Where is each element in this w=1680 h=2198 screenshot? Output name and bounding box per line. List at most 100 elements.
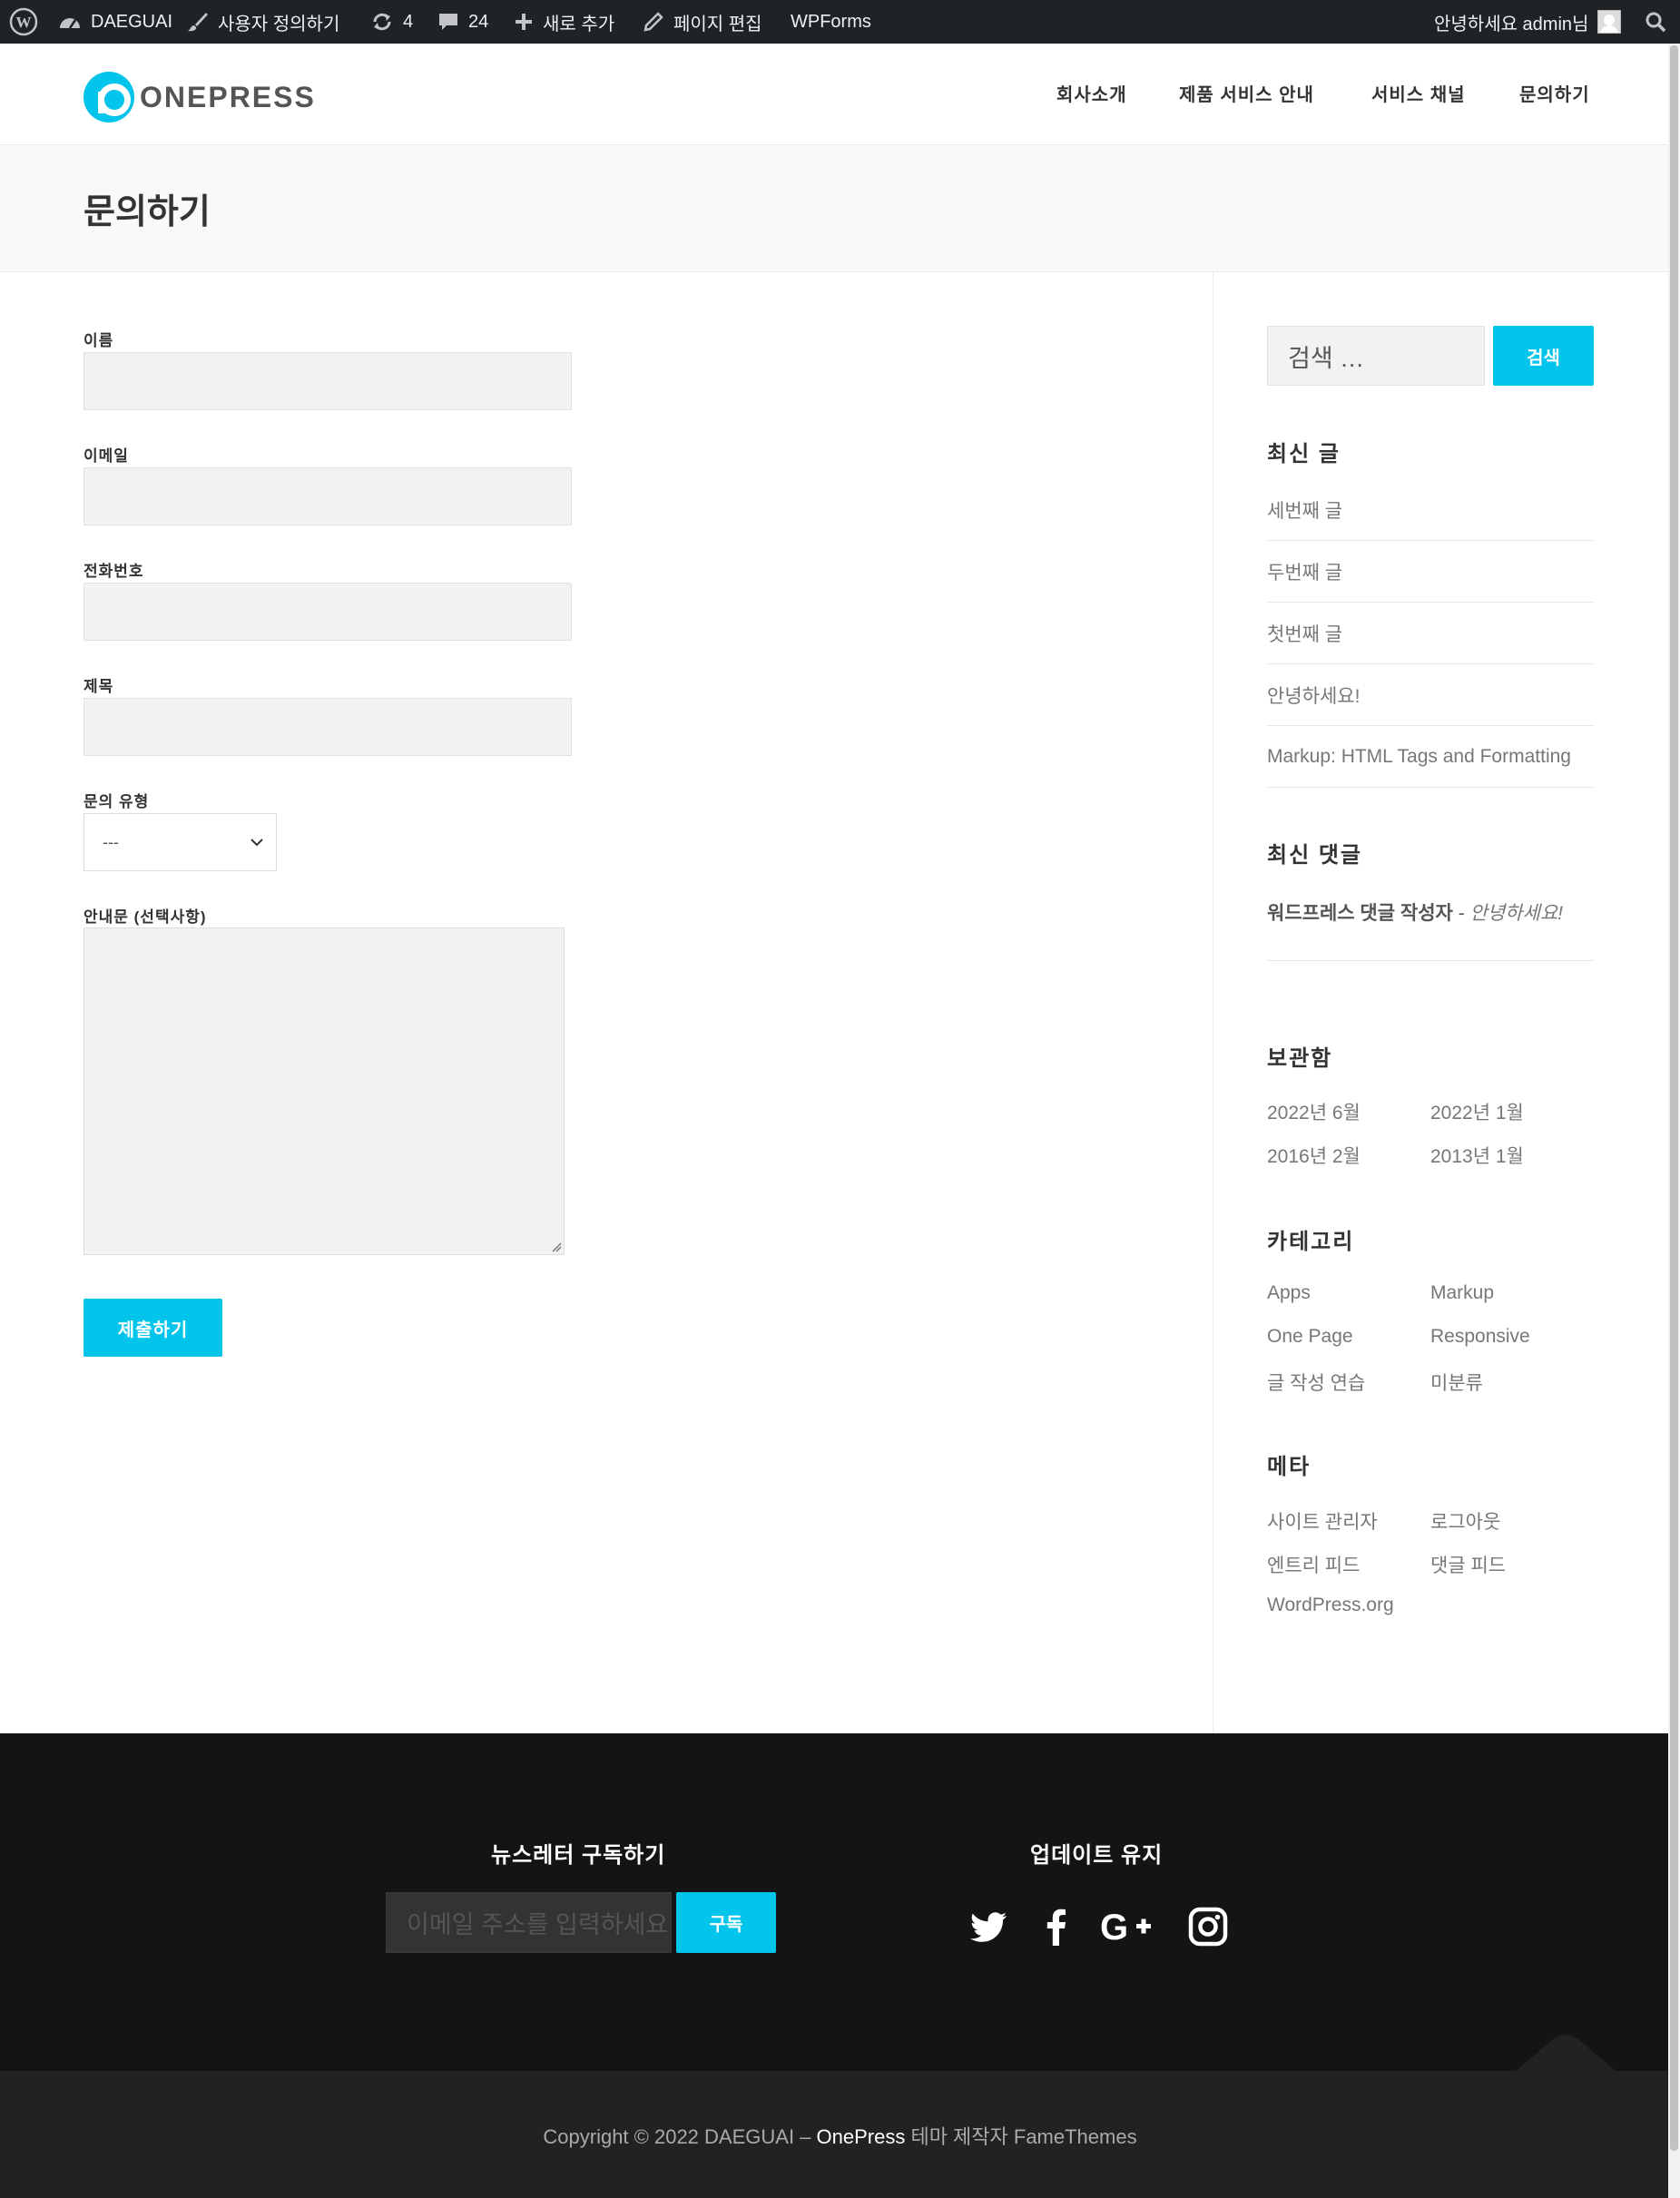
name-label: 이름	[84, 332, 114, 349]
meta-title: 메타	[1267, 1455, 1312, 1479]
wpforms-label: WPForms	[791, 11, 871, 32]
phone-field[interactable]	[84, 583, 572, 641]
inquiry-type-select[interactable]: ---	[84, 813, 277, 871]
site-name-menu[interactable]: DAEGUAI	[58, 0, 172, 44]
recent-comment: 워드프레스 댓글 작성자 - 안녕하세요!	[1267, 898, 1563, 926]
page-title: 문의하기	[84, 193, 211, 231]
nav-item-products[interactable]: 제품 서비스 안내	[1179, 80, 1314, 106]
site-logo[interactable]: ONEPRESS	[84, 72, 316, 123]
email-field[interactable]	[84, 467, 572, 525]
comment-author-link[interactable]: 워드프레스 댓글 작성자	[1267, 903, 1453, 924]
search-placeholder: 검색 …	[1288, 344, 1365, 372]
comment-post-link[interactable]: 안녕하세요!	[1470, 903, 1563, 924]
theme-link[interactable]: OnePress	[817, 2125, 906, 2148]
google-plus-icon[interactable]: G	[1100, 1906, 1158, 1948]
edit-page-label: 페이지 편집	[673, 14, 762, 34]
recent-posts-title: 최신 글	[1267, 442, 1341, 466]
submit-button[interactable]: 제출하기	[84, 1299, 222, 1357]
meta-link[interactable]: 로그아웃	[1430, 1507, 1500, 1535]
recent-post-link[interactable]: 세번째 글	[1267, 479, 1594, 541]
admin-bar: W DAEGUAI 사용자 정의하기 4 24 새로 추가 페이지 편집 WPF…	[0, 0, 1680, 44]
comments-link[interactable]: 24	[437, 0, 488, 44]
recent-post-link[interactable]: 안녕하세요!	[1267, 664, 1594, 726]
edit-page-link[interactable]: 페이지 편집	[643, 0, 762, 44]
message-label: 안내문 (선택사항)	[84, 908, 207, 926]
newsletter-title: 뉴스레터 구독하기	[491, 1843, 666, 1868]
meta-link[interactable]: 엔트리 피드	[1267, 1551, 1360, 1578]
updates-count: 4	[403, 11, 414, 32]
admin-search-icon[interactable]	[1645, 0, 1666, 44]
logo-text: ONEPRESS	[140, 80, 316, 113]
subject-label: 제목	[84, 678, 114, 695]
meta-link[interactable]: 댓글 피드	[1430, 1551, 1506, 1578]
copyright-suffix: 테마 제작자 FameThemes	[905, 2125, 1137, 2148]
message-textarea[interactable]	[84, 927, 565, 1255]
recent-comments-title: 최신 댓글	[1267, 843, 1362, 868]
search-button[interactable]: 검색	[1493, 326, 1594, 386]
inquiry-type-value: ---	[103, 832, 119, 851]
category-link[interactable]: Markup	[1430, 1282, 1494, 1304]
copyright-prefix: Copyright © 2022 DAEGUAI –	[543, 2125, 817, 2148]
email-placeholder: 이메일 주소를 입력하세요	[407, 1911, 669, 1938]
category-link[interactable]: 미분류	[1430, 1369, 1483, 1396]
archive-link[interactable]: 2022년 1월	[1430, 1098, 1524, 1125]
twitter-icon[interactable]	[968, 1906, 1010, 1948]
archive-link[interactable]: 2016년 2월	[1267, 1142, 1361, 1169]
category-link[interactable]: Apps	[1267, 1282, 1311, 1304]
category-link[interactable]: One Page	[1267, 1326, 1353, 1348]
svg-text:W: W	[16, 14, 32, 31]
inquiry-type-label: 문의 유형	[84, 793, 150, 810]
nav-item-channels[interactable]: 서비스 채널	[1371, 80, 1466, 106]
meta-link[interactable]: 사이트 관리자	[1267, 1507, 1378, 1535]
recent-post-link[interactable]: Markup: HTML Tags and Formatting	[1267, 726, 1594, 788]
resize-handle-icon[interactable]	[551, 1241, 562, 1252]
subject-field[interactable]	[84, 698, 572, 756]
facebook-icon[interactable]	[1036, 1906, 1077, 1948]
divider	[1267, 960, 1594, 961]
email-label: 이메일	[84, 447, 129, 465]
recent-post-link[interactable]: 두번째 글	[1267, 541, 1594, 603]
nav-item-contact[interactable]: 문의하기	[1519, 80, 1590, 106]
page-title-band: 문의하기	[0, 145, 1680, 272]
dashboard-icon	[60, 18, 80, 29]
wordpress-logo-icon[interactable]: W	[9, 0, 38, 44]
archives-title: 보관함	[1267, 1046, 1333, 1071]
new-content-link[interactable]: 새로 추가	[514, 0, 614, 44]
instagram-icon[interactable]	[1187, 1906, 1229, 1948]
category-link[interactable]: 글 작성 연습	[1267, 1369, 1365, 1396]
nav-item-about[interactable]: 회사소개	[1056, 80, 1127, 106]
category-link[interactable]: Responsive	[1430, 1326, 1530, 1348]
wpforms-link[interactable]: WPForms	[791, 0, 871, 44]
search-input[interactable]: 검색 …	[1267, 326, 1485, 386]
chevron-down-icon	[251, 839, 263, 847]
phone-label: 전화번호	[84, 563, 144, 580]
customize-label: 사용자 정의하기	[218, 14, 340, 34]
scrollbar-thumb[interactable]	[1670, 45, 1678, 2151]
recent-post-link[interactable]: 첫번째 글	[1267, 603, 1594, 664]
subscribe-button[interactable]: 구독	[676, 1892, 776, 1953]
archive-link[interactable]: 2022년 6월	[1267, 1098, 1361, 1125]
brush-icon	[188, 13, 208, 32]
comments-count: 24	[468, 11, 489, 32]
site-footer	[0, 1733, 1680, 2071]
greeting-label: 안녕하세요 admin님	[1434, 14, 1589, 34]
categories-title: 카테고리	[1267, 1230, 1355, 1254]
site-name: DAEGUAI	[91, 11, 173, 32]
newsletter-email-input[interactable]: 이메일 주소를 입력하세요	[386, 1892, 672, 1953]
name-field[interactable]	[84, 352, 572, 410]
new-content-label: 새로 추가	[543, 14, 615, 34]
site-header: ONEPRESS 회사소개 제품 서비스 안내 서비스 채널 문의하기	[0, 44, 1680, 145]
updates-link[interactable]: 4	[370, 0, 413, 44]
updates-icon	[373, 13, 391, 31]
comment-separator: -	[1452, 903, 1470, 924]
back-to-top-button[interactable]	[1516, 2031, 1616, 2071]
customize-link[interactable]: 사용자 정의하기	[187, 0, 339, 44]
archive-link[interactable]: 2013년 1월	[1430, 1142, 1524, 1169]
meta-link[interactable]: WordPress.org	[1267, 1595, 1394, 1616]
stay-updated-title: 업데이트 유지	[1030, 1843, 1164, 1868]
my-account-menu[interactable]: 안녕하세요 admin님	[1434, 0, 1622, 44]
avatar	[1597, 10, 1622, 34]
logo-mark	[84, 72, 134, 123]
plus-icon	[516, 14, 532, 30]
copyright-text: Copyright © 2022 DAEGUAI – OnePress 테마 제…	[0, 2121, 1680, 2150]
